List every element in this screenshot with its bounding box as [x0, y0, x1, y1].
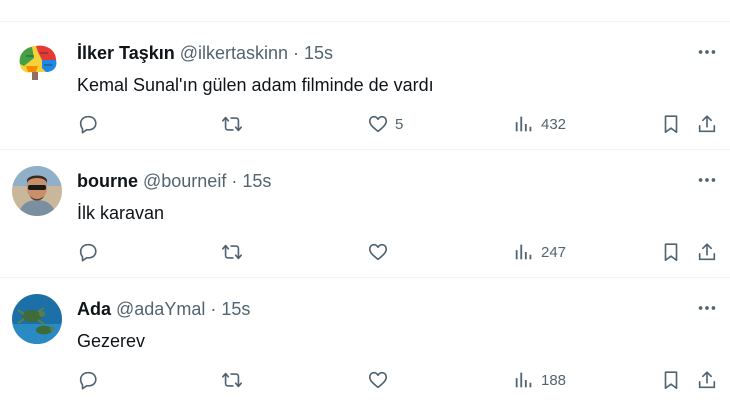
retweet-icon	[221, 369, 243, 391]
separator-dot: ·	[293, 43, 300, 63]
reply-button[interactable]	[77, 112, 99, 136]
like-button[interactable]	[367, 368, 395, 392]
reply-button[interactable]	[77, 240, 99, 264]
share-button[interactable]	[696, 368, 718, 392]
views-chart-icon	[513, 113, 535, 135]
share-icon	[696, 113, 718, 135]
reply-icon	[77, 241, 99, 263]
share-button[interactable]	[696, 240, 718, 264]
heart-icon	[367, 113, 389, 135]
bookmark-button[interactable]	[660, 240, 682, 264]
tweet-header: İlker Taşkın @ilkertaskinn · 15s	[77, 42, 333, 64]
tweet-actions: 247	[0, 240, 730, 264]
more-options-button[interactable]	[692, 170, 722, 190]
tweet-text: Kemal Sunal'ın gülen adam filminde de va…	[77, 75, 434, 95]
retweet-icon	[221, 241, 243, 263]
reply-icon	[77, 113, 99, 135]
like-button[interactable]: 5	[367, 112, 403, 136]
heart-icon	[367, 241, 389, 263]
view-count: 247	[541, 243, 567, 261]
bookmark-button[interactable]	[660, 112, 682, 136]
view-count: 188	[541, 371, 567, 389]
separator-dot: ·	[231, 171, 238, 191]
avatar[interactable]	[12, 166, 62, 216]
tweet-text: İlk karavan	[77, 203, 165, 223]
share-icon	[696, 369, 718, 391]
like-count: 5	[395, 115, 404, 133]
tweet[interactable]: Ada @adaYmal · 15s Gezerev 188	[0, 278, 730, 406]
more-horizontal-icon	[696, 297, 718, 319]
more-options-button[interactable]	[692, 42, 722, 62]
more-options-button[interactable]	[692, 298, 722, 318]
bookmark-icon	[660, 369, 682, 391]
heart-icon	[367, 369, 389, 391]
views-button[interactable]: 247	[513, 240, 566, 264]
avatar[interactable]	[12, 294, 62, 344]
like-button[interactable]	[367, 240, 395, 264]
share-icon	[696, 241, 718, 263]
tweet[interactable]: İlker Taşkın @ilkertaskinn · 15s Kemal S…	[0, 22, 730, 150]
tweet-header: bourne @bourneif · 15s	[77, 170, 271, 192]
reply-button[interactable]	[77, 368, 99, 392]
tweet-actions: 5 432	[0, 112, 730, 136]
views-button[interactable]: 432	[513, 112, 566, 136]
more-horizontal-icon	[696, 41, 718, 63]
tweet-text: Gezerev	[77, 331, 146, 351]
timestamp[interactable]: 15s	[221, 298, 250, 320]
user-handle[interactable]: @bourneif	[143, 170, 226, 192]
display-name[interactable]: İlker Taşkın	[77, 42, 175, 64]
reply-icon	[77, 369, 99, 391]
more-horizontal-icon	[696, 169, 718, 191]
retweet-icon	[221, 113, 243, 135]
tweet[interactable]: bourne @bourneif · 15s İlk karavan 247	[0, 150, 730, 278]
retweet-button[interactable]	[221, 112, 243, 136]
timestamp[interactable]: 15s	[242, 170, 271, 192]
display-name[interactable]: Ada	[77, 298, 111, 320]
bookmark-icon	[660, 113, 682, 135]
tweet-actions: 188	[0, 368, 730, 392]
avatar[interactable]	[12, 38, 62, 88]
views-chart-icon	[513, 241, 535, 263]
view-count: 432	[541, 115, 567, 133]
tweet-header: Ada @adaYmal · 15s	[77, 298, 250, 320]
retweet-button[interactable]	[221, 240, 243, 264]
views-chart-icon	[513, 369, 535, 391]
share-button[interactable]	[696, 112, 718, 136]
timestamp[interactable]: 15s	[304, 42, 333, 64]
user-handle[interactable]: @adaYmal	[116, 298, 205, 320]
retweet-button[interactable]	[221, 368, 243, 392]
user-handle[interactable]: @ilkertaskinn	[180, 42, 288, 64]
views-button[interactable]: 188	[513, 368, 566, 392]
display-name[interactable]: bourne	[77, 170, 138, 192]
bookmark-button[interactable]	[660, 368, 682, 392]
bookmark-icon	[660, 241, 682, 263]
separator-dot: ·	[210, 299, 217, 319]
